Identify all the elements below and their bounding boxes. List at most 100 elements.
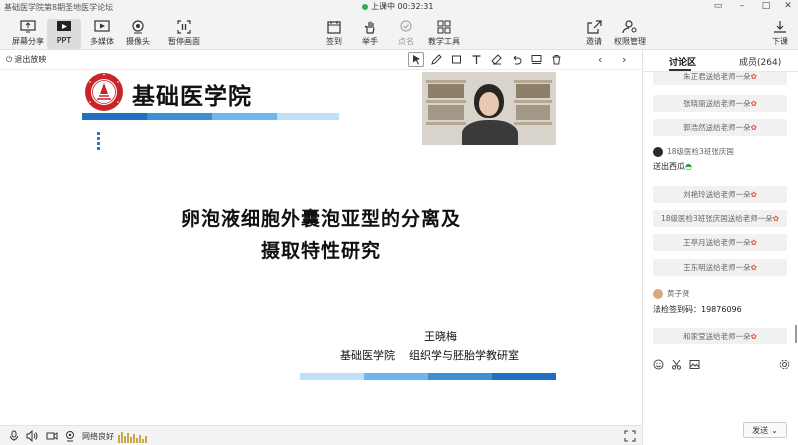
- slide-title-line2: 摄取特性研究: [260, 240, 381, 262]
- footer-bar-2: [364, 373, 428, 380]
- signin-button[interactable]: 签到: [326, 20, 342, 47]
- window-title: 基础医学院第8期圣地医学论坛: [4, 3, 114, 12]
- leave-class-button[interactable]: 下课: [772, 20, 788, 47]
- camera-toggle-icon[interactable]: [46, 430, 58, 442]
- microphone-icon[interactable]: [8, 430, 20, 442]
- clear-tool[interactable]: [548, 52, 564, 67]
- fullscreen-icon[interactable]: [624, 430, 636, 442]
- chat-message-flower: 刘艳玲送给老师一朵✿: [653, 186, 787, 203]
- exit-icon: ⏻: [6, 54, 13, 64]
- chat-user-line: 黄子贤: [653, 288, 690, 299]
- pause-screen-button[interactable]: 暂停画面: [168, 20, 200, 47]
- footer-bar-3: [428, 373, 492, 380]
- tab-members[interactable]: 成员(264): [739, 55, 781, 68]
- footer-bar-1: [300, 373, 364, 380]
- settings-icon[interactable]: [779, 359, 790, 370]
- rollcall-button[interactable]: 点名: [398, 20, 414, 47]
- image-icon[interactable]: [689, 359, 700, 370]
- header-bar-4: [277, 113, 339, 120]
- prev-slide-icon[interactable]: ‹: [598, 53, 602, 66]
- next-slide-icon[interactable]: ›: [622, 53, 626, 66]
- camera-button[interactable]: 摄像头: [126, 20, 150, 47]
- emoji-icon[interactable]: [653, 359, 664, 370]
- header-bar-3: [212, 113, 277, 120]
- chat-message-flower: 王亭月送给老师一朵✿: [653, 234, 787, 251]
- restore-icon[interactable]: ▭: [712, 1, 724, 11]
- flower-icon: ✿: [750, 263, 757, 272]
- live-status: 上课中 00:32:31: [362, 1, 433, 12]
- chat-list[interactable]: 朱正君送给老师一朵✿ 张晓丽送给老师一朵✿ 郭浩然送给老师一朵✿ 18级医检3班…: [643, 72, 798, 344]
- slide-title-line1: 卵泡液细胞外囊泡亚型的分离及: [180, 208, 461, 230]
- screen-share-button[interactable]: 屏幕分享: [12, 20, 44, 47]
- share-out-icon: [587, 20, 602, 34]
- chat-message-flower: 郭浩然送给老师一朵✿: [653, 119, 787, 136]
- header-bar-2: [147, 113, 212, 120]
- sidebar-tabs: 讨论区 成员(264): [643, 50, 798, 72]
- undo-tool[interactable]: [508, 52, 524, 67]
- eraser-tool[interactable]: [488, 52, 504, 67]
- rectangle-tool[interactable]: [448, 52, 464, 67]
- live-dot-icon: [362, 3, 368, 10]
- main-toolbar: 屏幕分享 PPT 多媒体 摄像头 暂停画面 签到 举手 点名 教学工具 邀请 权…: [0, 16, 798, 50]
- board-tool[interactable]: [528, 52, 544, 67]
- flower-icon: ✿: [750, 123, 757, 132]
- teach-tools-button[interactable]: 教学工具: [428, 20, 460, 47]
- user-avatar: [653, 146, 663, 157]
- flower-icon: ✿: [750, 72, 757, 81]
- flower-icon: ✿: [750, 332, 757, 341]
- network-status: 网络良好: [82, 432, 114, 441]
- decorative-dots: [97, 132, 101, 152]
- pointer-icon: [412, 55, 420, 65]
- user-settings-icon: [622, 20, 637, 34]
- raise-hand-button[interactable]: 举手: [362, 20, 378, 47]
- speaker-icon[interactable]: [26, 430, 38, 442]
- scissors-icon[interactable]: [671, 359, 682, 370]
- pen-tool[interactable]: [428, 52, 444, 67]
- close-icon[interactable]: ✕: [782, 1, 794, 11]
- download-icon: [774, 21, 786, 33]
- send-button[interactable]: 发送 ⌄: [743, 422, 787, 438]
- flower-icon: ✿: [750, 190, 757, 199]
- user-avatar: [653, 288, 663, 299]
- chevron-down-icon: ⌄: [771, 425, 778, 435]
- ppt-button[interactable]: PPT: [56, 20, 72, 45]
- invite-button[interactable]: 邀请: [586, 20, 602, 47]
- hand-icon: [364, 21, 375, 34]
- media-icon: [94, 20, 110, 32]
- text-icon: [472, 55, 480, 64]
- rollcall-icon: [400, 20, 412, 32]
- chat-message-flower: 18级医检3班张庆国送给老师一朵✿: [653, 210, 787, 227]
- tab-active-indicator: [669, 69, 691, 71]
- footer-bar-4: [492, 373, 556, 380]
- ppt-icon: [57, 21, 71, 31]
- chat-message-flower: 朱正君送给老师一朵✿: [653, 72, 787, 85]
- exit-slideshow-button[interactable]: ⏻ 退出放映: [6, 54, 46, 65]
- chat-scrollbar[interactable]: [795, 325, 797, 343]
- camera-icon: [132, 20, 144, 34]
- pen-icon: [430, 54, 442, 65]
- media-button[interactable]: 多媒体: [90, 20, 114, 47]
- location-icon[interactable]: [64, 430, 76, 442]
- trash-icon: [552, 55, 560, 65]
- permissions-button[interactable]: 权限管理: [614, 20, 646, 47]
- author-name: 王晓梅: [424, 330, 457, 343]
- chat-message-flower: 王东明送给老师一朵✿: [653, 259, 787, 276]
- text-tool[interactable]: [468, 52, 484, 67]
- presenter-video[interactable]: [422, 72, 556, 145]
- stage-toolbar: ⏻ 退出放映 ‹ ›: [0, 50, 642, 70]
- draw-tools: [408, 52, 564, 67]
- title-bar: 基础医学院第8期圣地医学论坛 上课中 00:32:31 ▭ – □ ✕: [0, 0, 798, 16]
- flower-icon: ✿: [750, 99, 757, 108]
- minimize-icon[interactable]: –: [736, 1, 748, 11]
- undo-icon: [513, 55, 521, 65]
- chat-message-text: 送出西瓜◓: [653, 162, 692, 171]
- school-name: 基础医学院: [132, 84, 252, 110]
- screen-share-icon: [20, 20, 36, 33]
- calendar-icon: [327, 21, 341, 34]
- tab-discussion[interactable]: 讨论区: [669, 55, 696, 68]
- pointer-tool[interactable]: [408, 52, 424, 67]
- maximize-icon[interactable]: □: [760, 1, 772, 11]
- live-status-text: 上课中 00:32:31: [371, 2, 434, 11]
- chat-message-flower: 和家莹送给老师一朵✿: [653, 328, 787, 344]
- status-bar: 网络良好: [0, 425, 642, 445]
